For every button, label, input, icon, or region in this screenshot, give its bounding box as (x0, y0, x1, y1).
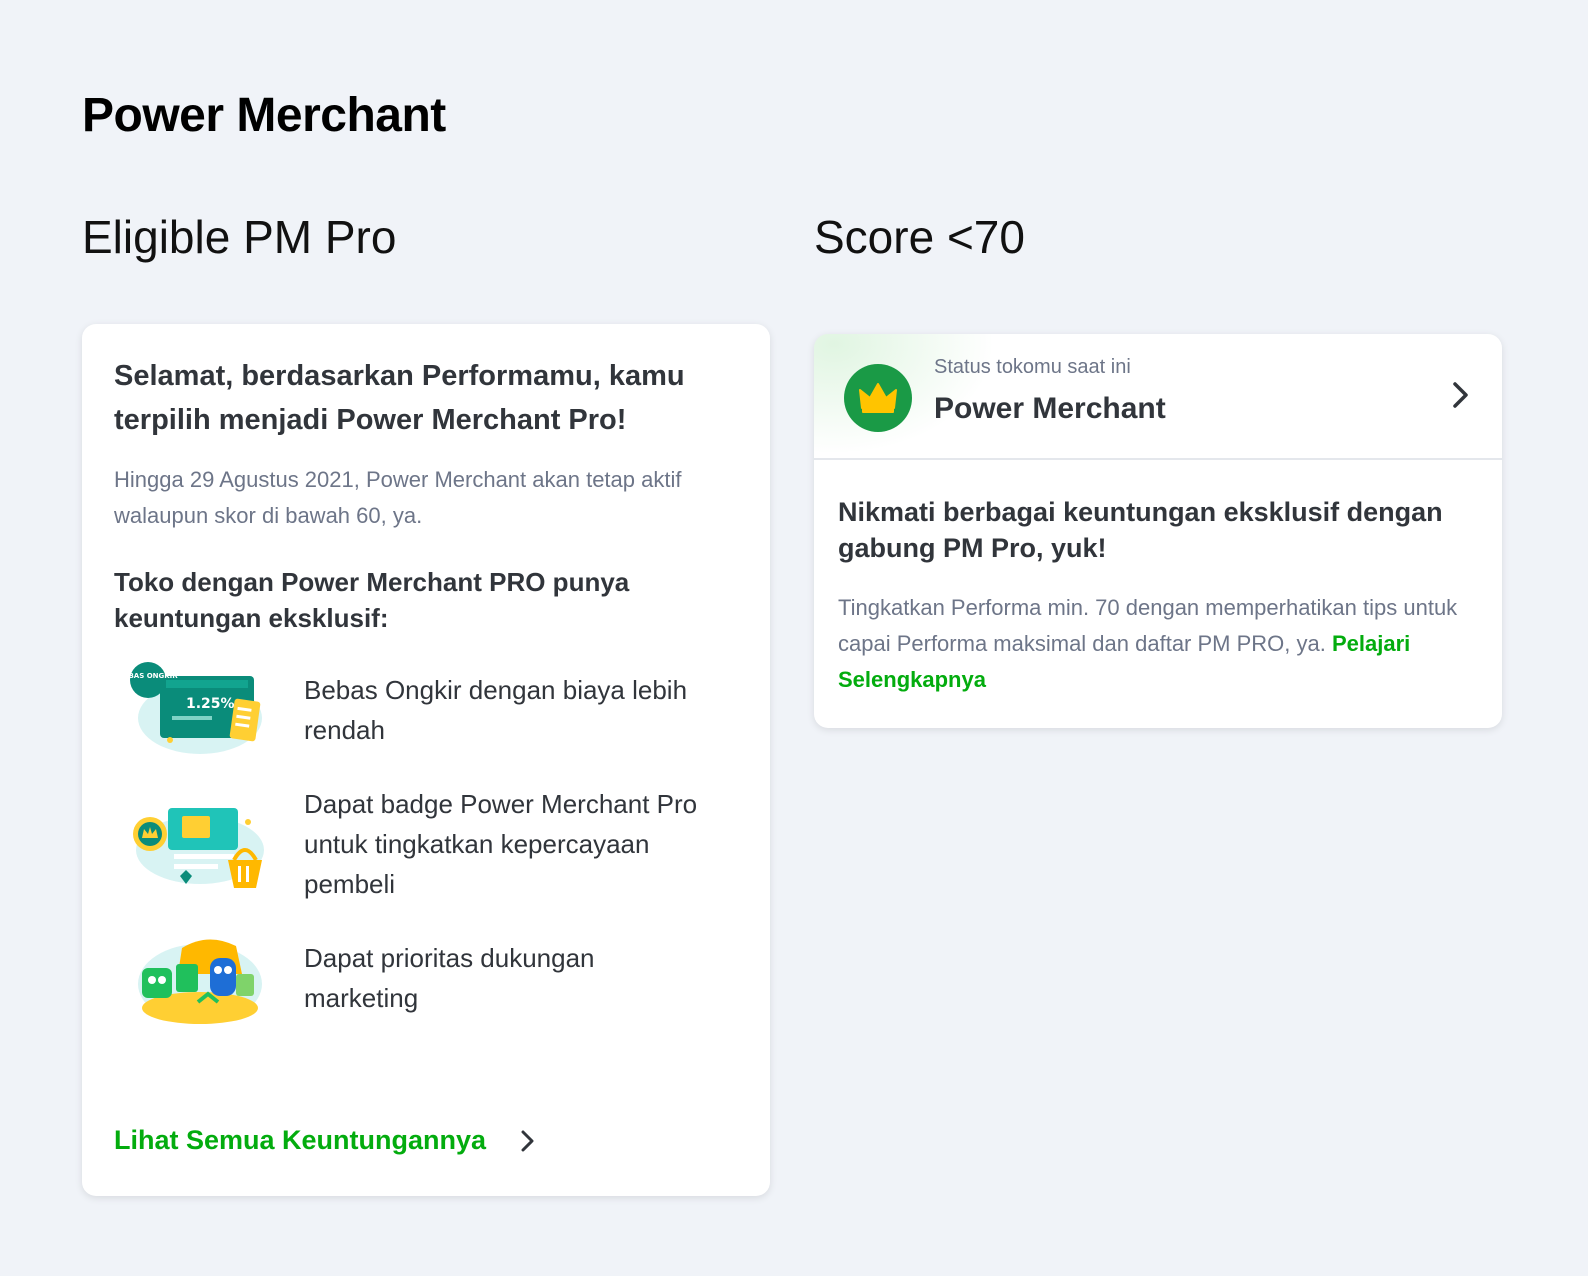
marketing-priority-illustration (138, 939, 262, 1024)
benefit-item: BEBAS ONGKIR 1.25% Bebas Ongkir dengan b… (114, 660, 738, 760)
power-merchant-badge-icon (844, 364, 912, 432)
status-value: Power Merchant (934, 392, 1166, 425)
score-card-title: Nikmati berbagai keuntungan eksklusif de… (838, 497, 1443, 563)
status-label: Status tokomu saat ini (934, 356, 1131, 378)
score-below-70-card: Status tokomu saat ini Power Merchant Ni… (814, 334, 1502, 728)
crown-icon (859, 383, 897, 413)
eligible-pm-pro-card: Selamat, berdasarkan Performamu, kamu te… (82, 324, 770, 1196)
free-shipping-rate: 1.25% (186, 696, 235, 712)
see-all-benefits-link[interactable]: Lihat Semua Keuntungannya (114, 1125, 538, 1156)
eligible-card-title: Selamat, berdasarkan Performamu, kamu te… (114, 360, 685, 436)
score-heading: Score <70 (814, 211, 1025, 263)
eligible-card-subtitle: Hingga 29 Agustus 2021, Power Merchant a… (114, 467, 682, 528)
store-status-row[interactable]: Status tokomu saat ini Power Merchant (814, 334, 1502, 460)
benefit-text: Dapat prioritas dukungan marketing (304, 943, 595, 1013)
benefit-text: Dapat badge Power Merchant Pro untuk tin… (304, 789, 698, 899)
benefit-item: Dapat badge Power Merchant Pro untuk tin… (114, 784, 738, 904)
score-card-description: Tingkatkan Performa min. 70 dengan mempe… (838, 590, 1478, 698)
shop-badge-illustration (133, 808, 264, 888)
benefits-heading: Toko dengan Power Merchant PRO punya keu… (114, 567, 630, 633)
free-shipping-badge-label: BEBAS ONGKIR (128, 672, 178, 680)
page-title: Power Merchant (82, 89, 446, 142)
chevron-right-icon (1453, 382, 1468, 408)
see-all-benefits-label: Lihat Semua Keuntungannya (114, 1125, 487, 1155)
free-shipping-illustration: BEBAS ONGKIR 1.25% (128, 662, 262, 754)
benefit-text: Bebas Ongkir dengan biaya lebih rendah (304, 675, 688, 745)
eligible-heading: Eligible PM Pro (82, 211, 397, 263)
chevron-right-icon (521, 1130, 534, 1151)
benefit-item: Dapat prioritas dukungan marketing (114, 928, 738, 1028)
